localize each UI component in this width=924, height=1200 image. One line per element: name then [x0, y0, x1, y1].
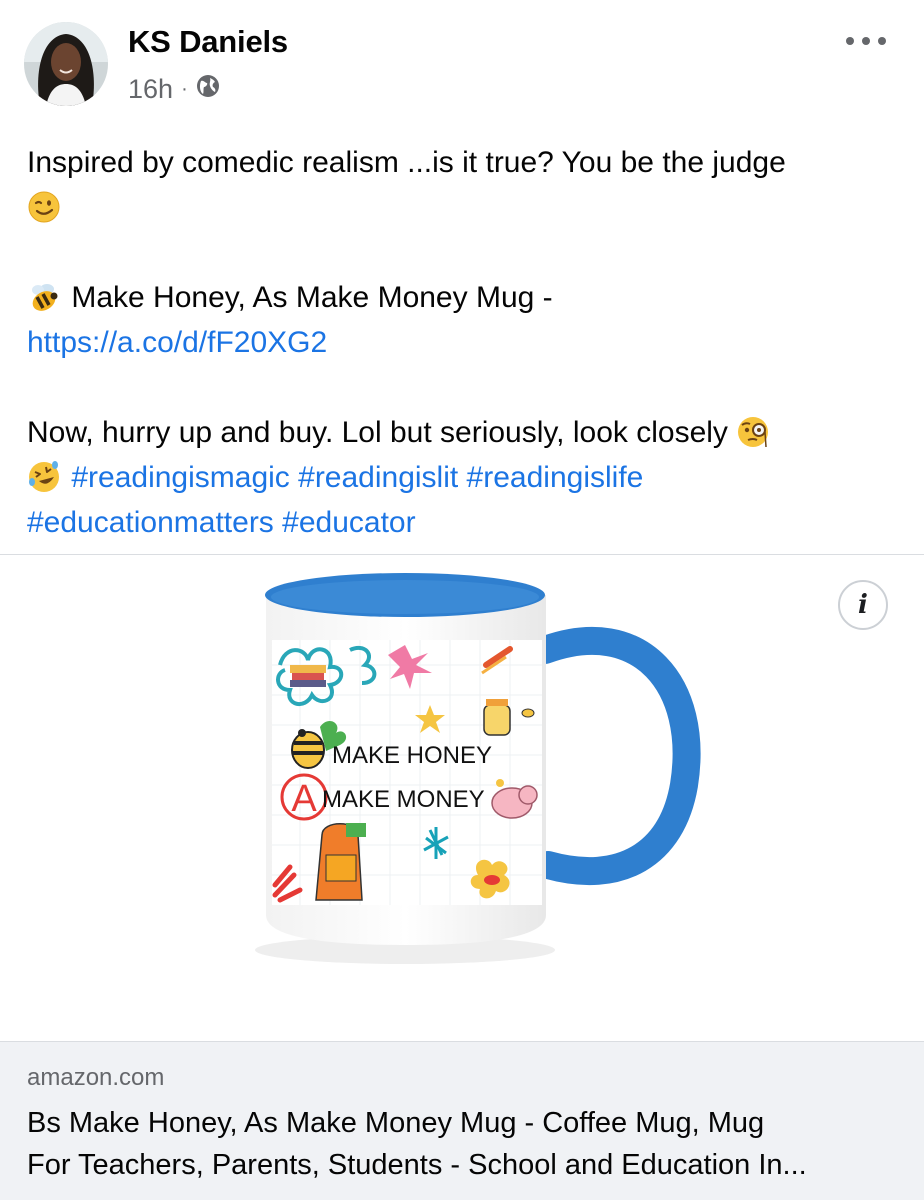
info-icon: i: [858, 590, 868, 620]
post-time[interactable]: 16h: [128, 74, 173, 105]
hashtags-2[interactable]: #educationmatters #educator: [27, 506, 416, 539]
mug-image: A MAKE HONEY MAKE MONEY: [255, 573, 701, 964]
more-options-button[interactable]: [846, 30, 886, 52]
link-preview-image[interactable]: A MAKE HONEY MAKE MONEY: [0, 555, 924, 1041]
post-line-1: Inspired by comedic realism ...is it tru…: [27, 146, 786, 179]
mug-text-line2: MAKE MONEY: [322, 786, 485, 813]
meta-separator: ·: [181, 77, 188, 100]
product-line: Make Honey, As Make Money Mug -: [27, 275, 902, 320]
winking-face-emoji: [27, 190, 61, 224]
ellipsis-icon: [846, 37, 854, 45]
info-button[interactable]: i: [838, 580, 888, 630]
rolling-on-floor-laughing-emoji: [27, 460, 61, 494]
post-meta: 16h ·: [128, 72, 220, 106]
face-with-monocle-emoji: [736, 415, 770, 449]
post-line-3: Now, hurry up and buy. Lol but seriously…: [27, 410, 902, 455]
globe-icon: [196, 74, 220, 105]
post-text: Inspired by comedic realism ...is it tru…: [27, 140, 902, 545]
grade-letter: A: [291, 778, 317, 820]
hashtags[interactable]: #readingismagic #readingislit #readingis…: [71, 461, 643, 494]
bee-emoji: [27, 280, 61, 314]
mug-text-line1: MAKE HONEY: [332, 742, 492, 769]
link-domain: amazon.com: [27, 1064, 165, 1091]
author-name[interactable]: KS Daniels: [128, 24, 288, 60]
product-link[interactable]: https://a.co/d/fF20XG2: [27, 326, 327, 359]
author-avatar[interactable]: [24, 22, 108, 106]
link-title[interactable]: Bs Make Honey, As Make Money Mug - Coffe…: [27, 1102, 897, 1186]
